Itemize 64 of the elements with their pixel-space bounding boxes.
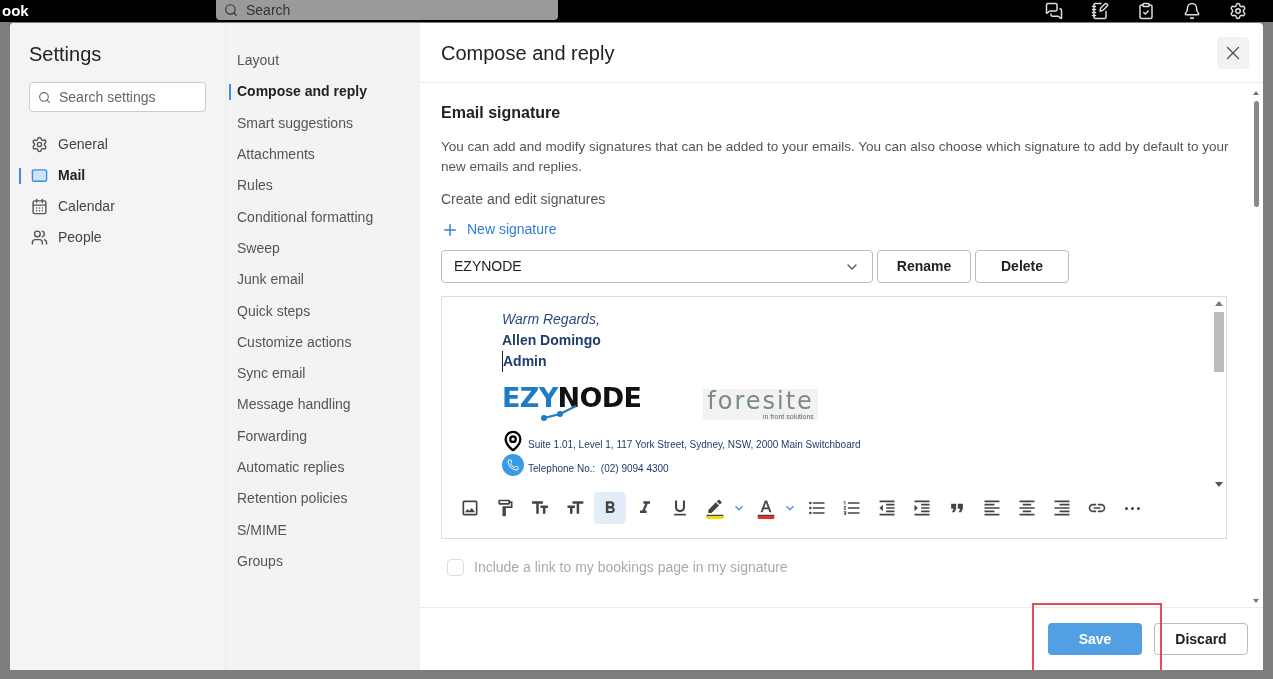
- task-icon[interactable]: [1137, 2, 1155, 20]
- nav-item[interactable]: Sync email: [229, 357, 420, 390]
- align-left-icon: [982, 498, 1002, 518]
- chat-icon[interactable]: [1045, 2, 1063, 20]
- nav-item[interactable]: Compose and reply: [229, 76, 420, 108]
- app-title: ook: [1, 0, 30, 21]
- nav-item[interactable]: Junk email: [229, 264, 420, 296]
- map-pin-icon: [502, 430, 524, 452]
- notebook-icon[interactable]: [1091, 2, 1109, 20]
- mail-icon: [31, 167, 48, 184]
- close-button[interactable]: [1217, 36, 1249, 69]
- nav-item[interactable]: Customize actions: [229, 326, 420, 358]
- settings-title: Settings: [29, 42, 103, 67]
- signature-role: Admin: [502, 351, 547, 372]
- image-icon: [460, 498, 480, 518]
- signature-name: Allen Domingo: [502, 331, 602, 350]
- nav-item[interactable]: Smart suggestions: [229, 107, 420, 139]
- indent-icon: [912, 498, 932, 518]
- settings-icon[interactable]: [1229, 2, 1247, 20]
- panel-title: Compose and reply: [441, 40, 615, 66]
- phone-icon: [502, 454, 524, 476]
- rename-button[interactable]: Rename: [877, 250, 971, 283]
- search-field[interactable]: Search: [216, 0, 558, 20]
- align-center-icon: [1017, 498, 1037, 518]
- nav-item[interactable]: S/MIME: [229, 514, 420, 546]
- nav-item[interactable]: Attachments: [229, 138, 420, 171]
- address-text: Suite 1.01, Level 1, 117 York Street, Sydney, NSW, 2000 Main Switchboard: [528, 438, 861, 452]
- settings-category[interactable]: People: [19, 222, 206, 253]
- nav-item[interactable]: Conditional formatting: [229, 201, 420, 233]
- search-icon: [224, 3, 238, 17]
- search-settings-field[interactable]: Search settings: [29, 82, 206, 112]
- settings-category[interactable]: Mail: [19, 160, 206, 191]
- nav-item[interactable]: Retention policies: [229, 483, 420, 515]
- nav-item[interactable]: Quick steps: [229, 295, 420, 327]
- search-icon: [38, 90, 51, 104]
- outdent-icon: [877, 498, 897, 518]
- nav-item[interactable]: Message handling: [229, 389, 420, 421]
- section-heading: Email signature: [441, 103, 562, 123]
- new-signature-button[interactable]: New signature: [441, 219, 557, 240]
- phone-text: Telephone No.: (02) 9094 4300: [528, 462, 669, 476]
- more-icon: [1124, 506, 1140, 510]
- format-painter-icon: [495, 498, 515, 518]
- settings-icon: [31, 136, 48, 153]
- bold-button[interactable]: [594, 492, 626, 524]
- numbered-list-icon: [842, 498, 862, 518]
- align-right-icon: [1052, 498, 1072, 518]
- create-signatures-label: Create and edit signatures: [441, 190, 607, 209]
- nav-item[interactable]: Groups: [229, 545, 420, 578]
- delete-button[interactable]: Delete: [975, 250, 1069, 283]
- ezynode-logo: EZYNODE: [502, 384, 642, 424]
- calendar-icon: [31, 198, 48, 215]
- nav-item[interactable]: Forwarding: [229, 420, 420, 452]
- signature-closing: Warm Regards,: [502, 310, 601, 329]
- signature-dropdown[interactable]: EZYNODE: [441, 250, 873, 283]
- settings-category[interactable]: Calendar: [19, 191, 206, 222]
- nav-item[interactable]: Rules: [229, 170, 420, 202]
- settings-category[interactable]: General: [19, 129, 206, 160]
- bell-icon[interactable]: [1183, 2, 1201, 20]
- nav-item[interactable]: Automatic replies: [229, 451, 420, 484]
- discard-button[interactable]: Discard: [1154, 623, 1248, 655]
- section-description: You can add and modify signatures that can be added to your emails. You can also choose which signature to add by default to your new emails and replies.: [441, 138, 1230, 176]
- nav-item[interactable]: Sweep: [229, 232, 420, 265]
- nav-item[interactable]: Layout: [229, 45, 420, 77]
- people-icon: [31, 229, 48, 246]
